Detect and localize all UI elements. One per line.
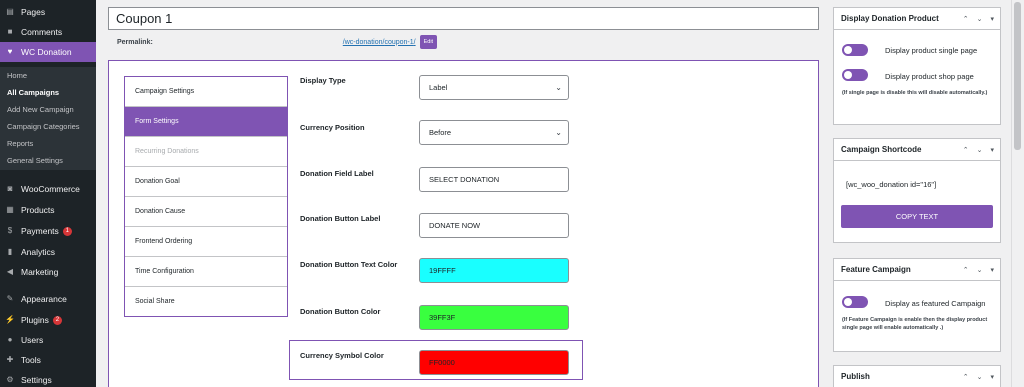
feature-campaign-box: Feature Campaign ⌃ ⌄ ▾ Display as featured… — [833, 258, 1001, 352]
menu-marketing[interactable]: ◀ Marketing — [0, 262, 96, 282]
appearance-icon: ✎ — [6, 294, 14, 303]
tab-donation-cause[interactable]: Donation Cause — [125, 197, 287, 227]
menu-plugins[interactable]: ⚡ Plugins 2 — [0, 310, 96, 330]
chevron-down-icon[interactable]: ⌄ — [977, 15, 983, 23]
tab-time-configuration[interactable]: Time Configuration — [125, 257, 287, 287]
menu-comments[interactable]: ■ Comments — [0, 22, 96, 42]
caret-down-icon[interactable]: ▾ — [990, 373, 994, 381]
shortcode-text: [wc_woo_donation id="16"] — [846, 180, 937, 189]
feature-campaign-title: Feature Campaign — [841, 265, 911, 274]
chevron-up-icon[interactable]: ⌃ — [963, 266, 969, 274]
settings-tabs: Campaign Settings Form Settings Recurrin… — [124, 76, 288, 317]
menu-analytics[interactable]: ▮ Analytics — [0, 242, 96, 262]
publish-title: Publish — [841, 372, 870, 381]
wc-donation-submenu: Home All Campaigns Add New Campaign Camp… — [0, 67, 96, 170]
chevron-down-icon[interactable]: ⌄ — [977, 373, 983, 381]
chevron-down-icon[interactable]: ⌄ — [977, 146, 983, 154]
menu-wc-donation[interactable]: ♥ WC Donation — [0, 42, 96, 62]
tab-form-settings[interactable]: Form Settings — [125, 107, 287, 137]
settings-icon: ⚙ — [6, 375, 14, 384]
heart-icon: ♥ — [7, 47, 13, 56]
button-color-label: Donation Button Color — [300, 307, 381, 316]
comments-icon: ■ — [7, 27, 13, 36]
permalink-label: Permalink: — [117, 38, 153, 46]
shop-page-toggle[interactable] — [842, 69, 868, 81]
submenu-campaign-categories[interactable]: Campaign Categories — [7, 122, 80, 131]
campaign-shortcode-title: Campaign Shortcode — [841, 145, 922, 154]
chevron-down-icon[interactable]: ⌄ — [977, 266, 983, 274]
menu-products[interactable]: ▦ Products — [0, 200, 96, 220]
users-icon: ● — [7, 335, 13, 344]
donation-button-label-label: Donation Button Label — [300, 214, 381, 223]
plugins-badge: 2 — [52, 315, 62, 325]
currency-position-select[interactable]: Before ⌄ — [419, 120, 569, 145]
menu-payments[interactable]: $ Payments 1 — [0, 221, 96, 241]
currency-position-label: Currency Position — [300, 123, 365, 132]
button-color-input[interactable]: 39FF3F — [419, 305, 569, 330]
menu-pages[interactable]: ▤ Pages — [0, 2, 96, 22]
tab-donation-goal[interactable]: Donation Goal — [125, 167, 287, 197]
tab-recurring-donations[interactable]: Recurring Donations — [125, 137, 287, 167]
featured-campaign-label: Display as featured Campaign — [885, 299, 986, 308]
permalink-link[interactable]: /wc-donation/coupon-1/ — [343, 39, 416, 46]
chevron-down-icon: ⌄ — [555, 128, 562, 137]
pages-icon: ▤ — [6, 7, 14, 16]
submenu-add-new-campaign[interactable]: Add New Campaign — [7, 105, 74, 114]
display-type-select[interactable]: Label ⌄ — [419, 75, 569, 100]
display-product-note: (If single page is disable this will dis… — [842, 90, 988, 96]
display-type-label: Display Type — [300, 76, 346, 85]
plugins-icon: ⚡ — [5, 315, 15, 324]
publish-box: Publish ⌃ ⌄ ▾ — [833, 365, 1001, 387]
button-text-color-label: Donation Button Text Color — [300, 260, 398, 269]
submenu-reports[interactable]: Reports — [7, 139, 33, 148]
tools-icon: ✚ — [6, 355, 14, 364]
currency-symbol-color-label: Currency Symbol Color — [300, 351, 384, 360]
tab-campaign-settings[interactable]: Campaign Settings — [125, 77, 287, 107]
donation-field-label-label: Donation Field Label — [300, 169, 374, 178]
button-text-color-input[interactable]: 19FFFF — [419, 258, 569, 283]
display-donation-product-title: Display Donation Product — [841, 14, 939, 23]
menu-settings[interactable]: ⚙ Settings — [0, 370, 96, 387]
post-title-input[interactable]: Coupon 1 — [108, 7, 819, 30]
tab-frontend-ordering[interactable]: Frontend Ordering — [125, 227, 287, 257]
donation-field-label-input[interactable]: SELECT DONATION — [419, 167, 569, 192]
caret-down-icon[interactable]: ▾ — [990, 146, 994, 154]
chevron-up-icon[interactable]: ⌃ — [963, 15, 969, 23]
donation-button-label-input[interactable]: DONATE NOW — [419, 213, 569, 238]
products-icon: ▦ — [6, 205, 14, 214]
menu-woocommerce[interactable]: ◙ WooCommerce — [0, 179, 96, 199]
single-page-label: Display product single page — [885, 46, 978, 55]
single-page-toggle[interactable] — [842, 44, 868, 56]
submenu-home[interactable]: Home — [7, 71, 27, 80]
display-donation-product-box: Display Donation Product ⌃ ⌄ ▾ Display pro… — [833, 7, 1001, 125]
copy-text-button[interactable]: COPY TEXT — [841, 205, 993, 228]
feature-campaign-note: (If Feature Campaign is enable then the … — [842, 317, 988, 331]
submenu-all-campaigns[interactable]: All Campaigns — [7, 88, 59, 97]
chevron-up-icon[interactable]: ⌃ — [963, 146, 969, 154]
permalink-row: Permalink: /wc-donation/coupon-1/ Edit — [117, 35, 438, 49]
campaign-shortcode-box: Campaign Shortcode ⌃ ⌄ ▾ [wc_woo_donation … — [833, 138, 1001, 243]
tab-social-share[interactable]: Social Share — [125, 287, 287, 317]
menu-tools[interactable]: ✚ Tools — [0, 350, 96, 370]
caret-down-icon[interactable]: ▾ — [990, 266, 994, 274]
permalink-edit-button[interactable]: Edit — [419, 35, 438, 49]
payments-badge: 1 — [62, 226, 72, 236]
caret-down-icon[interactable]: ▾ — [990, 15, 994, 23]
admin-sidebar: ▤ Pages ■ Comments ♥ WC Donation Home All C… — [0, 0, 96, 387]
menu-users[interactable]: ● Users — [0, 330, 96, 350]
woocommerce-icon: ◙ — [7, 184, 13, 193]
chevron-up-icon[interactable]: ⌃ — [963, 373, 969, 381]
currency-symbol-color-input[interactable]: FF0000 — [419, 350, 569, 375]
menu-appearance[interactable]: ✎ Appearance — [0, 289, 96, 309]
scrollbar-thumb[interactable] — [1014, 2, 1021, 150]
chevron-down-icon: ⌄ — [555, 83, 562, 92]
analytics-icon: ▮ — [7, 247, 13, 256]
marketing-icon: ◀ — [6, 267, 14, 276]
shop-page-label: Display product shop page — [885, 72, 974, 81]
featured-campaign-toggle[interactable] — [842, 296, 868, 308]
submenu-general-settings[interactable]: General Settings — [7, 156, 63, 165]
payments-icon: $ — [7, 226, 13, 235]
